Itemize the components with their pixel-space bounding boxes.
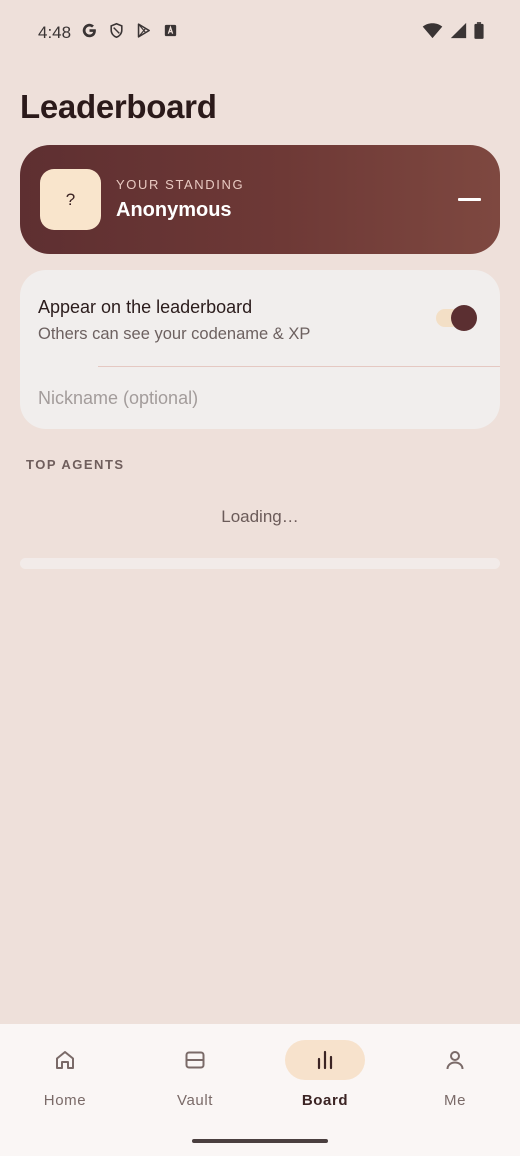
nickname-input[interactable]	[38, 383, 478, 413]
loading-text: Loading…	[221, 507, 299, 526]
text-icon	[162, 22, 179, 44]
nav-item-me[interactable]: Me	[390, 1040, 520, 1130]
nav-pill-vault	[155, 1040, 235, 1080]
battery-icon	[474, 22, 484, 44]
play-store-icon	[135, 22, 152, 44]
nav-pill-board	[285, 1040, 365, 1080]
nav-item-board[interactable]: Board	[260, 1040, 390, 1130]
collapse-button[interactable]	[452, 185, 486, 215]
status-bar: 4:48	[0, 0, 520, 66]
nav-item-home[interactable]: Home	[0, 1040, 130, 1130]
nav-pill-me	[415, 1040, 495, 1080]
toggle-title: Appear on the leaderboard	[38, 297, 253, 317]
leaderboard-toggle-row[interactable]: Appear on the leaderboard Others can see…	[38, 297, 480, 344]
shield-icon	[108, 22, 125, 44]
divider	[98, 366, 500, 367]
nav-label-me: Me	[443, 1092, 467, 1109]
loading-progress-bar	[20, 558, 500, 569]
nav-label-vault: Vault	[176, 1092, 214, 1109]
bottom-nav: Home Vault Board Me	[0, 1024, 520, 1156]
standing-name: Anonymous	[116, 199, 232, 221]
minus-icon	[457, 198, 481, 201]
vault-icon	[185, 1051, 205, 1069]
standing-text: YOUR STANDING Anonymous	[116, 177, 452, 222]
google-icon	[81, 22, 98, 44]
signal-icon	[450, 22, 467, 44]
top-agents-label: TOP AGENTS	[26, 457, 125, 472]
bar-chart-icon	[317, 1050, 333, 1070]
wifi-icon	[422, 22, 443, 44]
nav-pill-home	[25, 1040, 105, 1080]
leaderboard-switch[interactable]	[436, 305, 478, 331]
status-time: 4:48	[38, 23, 72, 42]
standing-avatar: ?	[40, 169, 101, 230]
nav-item-vault[interactable]: Vault	[130, 1040, 260, 1130]
switch-thumb	[451, 305, 477, 331]
standing-label: YOUR STANDING	[116, 177, 245, 192]
nav-label-home: Home	[43, 1092, 87, 1109]
toggle-subtitle: Others can see your codename & XP	[38, 325, 311, 343]
home-icon	[56, 1051, 74, 1069]
standing-card: ? YOUR STANDING Anonymous	[20, 145, 500, 254]
home-indicator[interactable]	[192, 1139, 328, 1143]
person-icon	[446, 1051, 464, 1070]
page-title: Leaderboard	[20, 88, 217, 125]
status-right	[422, 22, 484, 44]
status-left: 4:48	[38, 22, 179, 44]
nav-label-board: Board	[301, 1092, 349, 1109]
visibility-settings-card: Appear on the leaderboard Others can see…	[20, 270, 500, 429]
